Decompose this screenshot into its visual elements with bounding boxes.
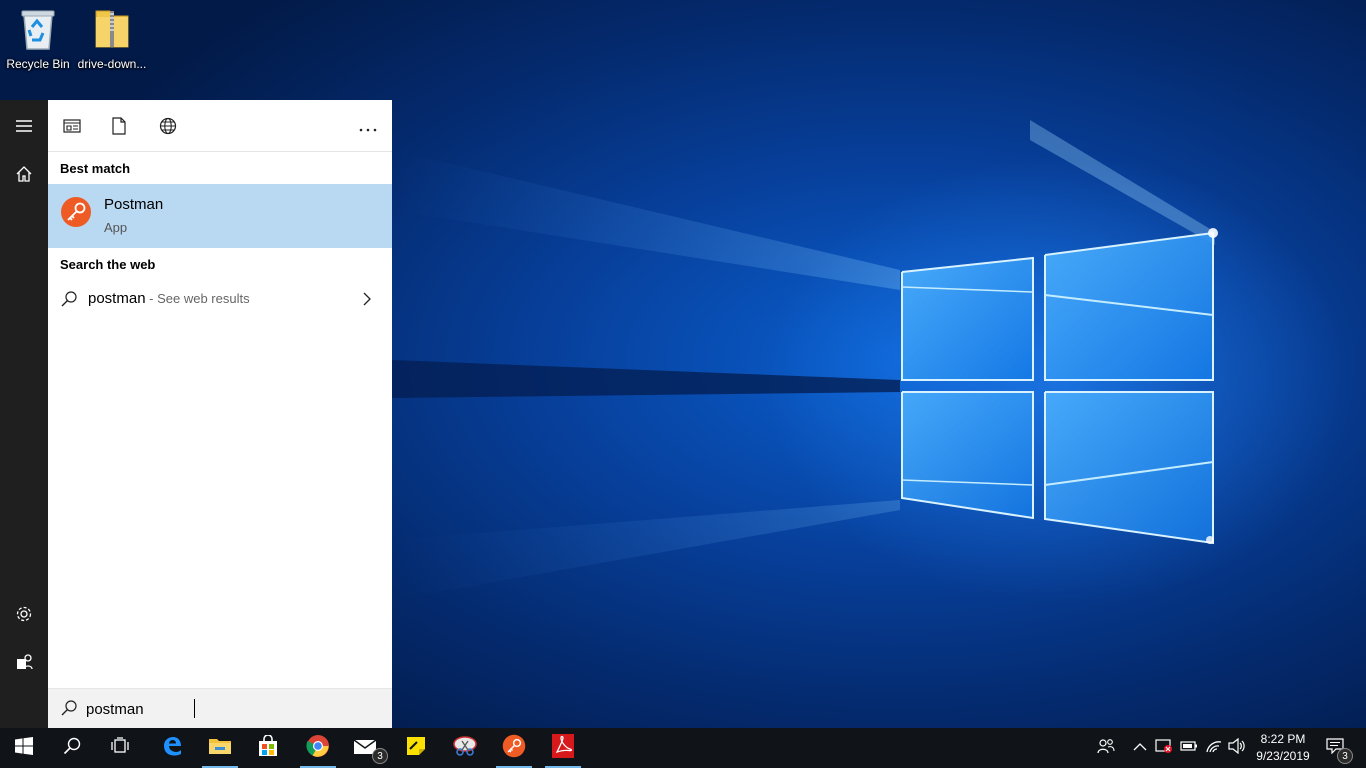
task-view-button[interactable] xyxy=(96,728,144,768)
search-icon xyxy=(60,699,78,722)
taskbar-chrome[interactable] xyxy=(294,728,342,768)
search-filter-tabs xyxy=(48,100,392,152)
start-button[interactable] xyxy=(0,728,48,768)
document-icon xyxy=(112,116,126,140)
search-icon xyxy=(60,290,78,313)
network-tray-button[interactable] xyxy=(1202,728,1226,768)
windows-logo-icon xyxy=(15,736,33,760)
taskbar-mail[interactable]: 3 xyxy=(342,728,390,768)
start-rail xyxy=(0,100,48,728)
web-result-query: postman xyxy=(88,290,146,307)
mail-badge: 3 xyxy=(372,748,388,764)
ellipsis-icon xyxy=(359,119,377,137)
chrome-icon xyxy=(306,734,330,763)
chevron-right-icon xyxy=(362,291,372,312)
web-result-text: postman - See web results xyxy=(88,290,250,307)
taskbar: 3 8:22 PM 9/23/2019 3 xyxy=(0,728,1366,768)
tab-apps[interactable] xyxy=(52,112,92,144)
chevron-up-icon xyxy=(1133,739,1147,757)
settings-button[interactable] xyxy=(0,592,48,640)
volume-tray-button[interactable] xyxy=(1225,728,1249,768)
postman-icon xyxy=(60,196,92,228)
desktop-icon-recycle-bin[interactable]: Recycle Bin xyxy=(0,4,76,74)
edge-icon xyxy=(161,735,183,762)
battery-tray-button[interactable] xyxy=(1177,728,1201,768)
desktop-icon-label: drive-down... xyxy=(77,57,147,71)
clock-time: 8:22 PM xyxy=(1260,732,1306,746)
taskbar-acrobat[interactable] xyxy=(539,728,587,768)
gear-icon xyxy=(15,605,33,628)
user-icon xyxy=(15,653,33,676)
web-result-suffix: - See web results xyxy=(145,291,250,306)
best-match-heading: Best match xyxy=(60,161,131,176)
battery-icon xyxy=(1180,739,1198,758)
people-button[interactable] xyxy=(1094,728,1118,768)
task-view-icon xyxy=(110,736,130,760)
clock-date: 9/23/2019 xyxy=(1256,749,1310,763)
search-icon xyxy=(63,737,81,760)
account-button[interactable] xyxy=(0,640,48,688)
best-match-type: App xyxy=(104,220,128,235)
show-hidden-icons-button[interactable] xyxy=(1128,728,1152,768)
postman-icon xyxy=(502,734,526,763)
acrobat-icon xyxy=(552,733,574,763)
taskbar-snipping-tool[interactable] xyxy=(441,728,489,768)
web-search-result[interactable]: postman - See web results xyxy=(48,284,392,314)
volume-icon xyxy=(1228,737,1246,759)
search-box[interactable] xyxy=(48,688,392,728)
folder-icon xyxy=(208,736,232,761)
clock[interactable]: 8:22 PM 9/23/2019 xyxy=(1252,728,1314,768)
sticky-notes-icon xyxy=(406,736,426,761)
text-caret xyxy=(194,699,195,718)
search-input[interactable] xyxy=(86,697,376,721)
desktop-icon-zip-folder[interactable]: drive-down... xyxy=(74,4,150,74)
taskbar-sticky-notes[interactable] xyxy=(392,728,440,768)
tab-documents[interactable] xyxy=(99,112,139,144)
wifi-icon xyxy=(1205,739,1223,758)
recycle-bin-icon xyxy=(16,4,60,52)
search-results-panel: Best match Postman App Search the web po… xyxy=(48,100,392,728)
zip-folder-icon xyxy=(90,4,134,52)
taskbar-edge[interactable] xyxy=(148,728,196,768)
security-tray-button[interactable] xyxy=(1152,728,1176,768)
action-center-button[interactable]: 3 xyxy=(1320,728,1353,768)
taskbar-store[interactable] xyxy=(244,728,292,768)
app-window-icon xyxy=(63,118,81,139)
people-icon xyxy=(1097,738,1115,759)
search-web-heading: Search the web xyxy=(60,257,156,272)
taskbar-file-explorer[interactable] xyxy=(196,728,244,768)
taskbar-search-button[interactable] xyxy=(48,728,96,768)
more-options-button[interactable] xyxy=(348,112,388,144)
best-match-result[interactable]: Postman App xyxy=(48,184,392,248)
globe-icon xyxy=(159,117,177,140)
tab-web[interactable] xyxy=(148,112,188,144)
best-match-name: Postman xyxy=(104,196,164,213)
taskbar-postman[interactable] xyxy=(490,728,538,768)
desktop-icon-label: Recycle Bin xyxy=(6,57,70,71)
security-icon xyxy=(1155,738,1173,759)
home-button[interactable] xyxy=(0,152,48,200)
store-icon xyxy=(257,733,279,762)
snipping-icon xyxy=(452,735,478,762)
home-icon xyxy=(15,165,33,188)
notification-badge: 3 xyxy=(1337,748,1353,764)
hamburger-icon xyxy=(15,119,33,138)
menu-button[interactable] xyxy=(0,104,48,152)
